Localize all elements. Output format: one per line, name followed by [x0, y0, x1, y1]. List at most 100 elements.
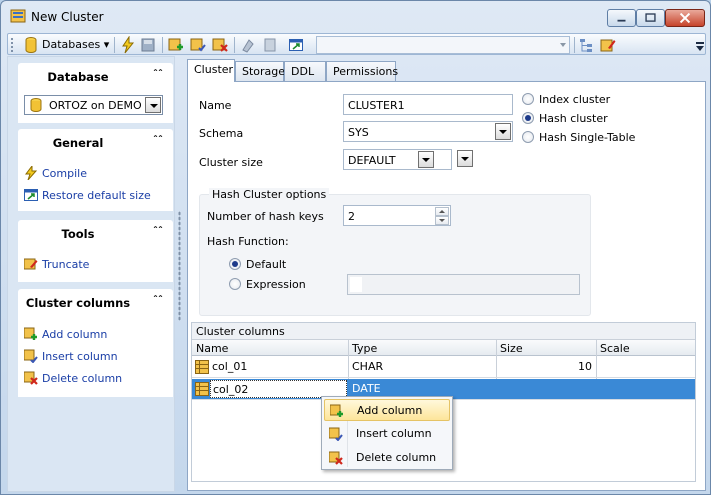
grid-header: Name Type Size Scale — [192, 340, 695, 356]
tree-view-icon[interactable] — [578, 36, 594, 54]
edit-properties-icon[interactable] — [600, 36, 616, 54]
menu-item-add-column[interactable]: Add column — [324, 399, 450, 421]
row-name-cell[interactable]: col_01 — [212, 360, 247, 373]
truncate-label: Truncate — [42, 258, 90, 271]
collapse-icon[interactable]: ˆˆ — [153, 69, 163, 80]
cluster-size-unit-dropdown-button[interactable] — [457, 150, 473, 167]
row-type-cell[interactable]: DATE — [352, 382, 381, 395]
toolbar-separator — [574, 37, 575, 53]
truncate-icon[interactable] — [240, 36, 256, 54]
minimize-button[interactable] — [607, 9, 636, 27]
add-column-icon[interactable] — [168, 36, 184, 54]
menu-item-delete-column[interactable]: Delete column — [324, 447, 450, 469]
compile-icon[interactable] — [120, 36, 136, 54]
radio-hash-default[interactable]: Default — [229, 258, 286, 271]
hash-cluster-label: Hash cluster — [539, 112, 608, 125]
hash-keys-value: 2 — [348, 210, 355, 223]
radio-hash-cluster-dot — [522, 112, 534, 124]
hash-expression-label: Expression — [246, 278, 306, 291]
tab-permissions[interactable]: Permissions — [326, 61, 398, 81]
general-section-title: General — [52, 136, 104, 150]
toolbar-separator — [114, 37, 115, 53]
collapse-icon[interactable]: ˆˆ — [153, 226, 163, 237]
title-bar[interactable]: New Cluster — [1, 1, 710, 31]
toolbar-combo[interactable] — [316, 36, 570, 54]
column-header-name[interactable]: Name — [196, 342, 228, 355]
cluster-columns-section-header[interactable]: Cluster columns ˆˆ — [18, 289, 173, 315]
add-column-link[interactable]: Add column — [24, 327, 107, 341]
spin-up-icon[interactable] — [435, 207, 449, 216]
maximize-icon — [645, 13, 656, 22]
tab-cluster-label: Cluster — [194, 63, 234, 76]
radio-index-cluster-dot — [522, 93, 534, 105]
cluster-size-select[interactable]: DEFAULT — [343, 149, 452, 170]
menu-item-add-column-label: Add column — [357, 404, 423, 417]
collapse-icon[interactable]: ˆˆ — [153, 135, 163, 146]
cluster-size-unit-select[interactable] — [456, 150, 473, 169]
menu-item-insert-column-label: Insert column — [356, 427, 432, 440]
general-section-body: Compile Restore default size — [18, 155, 173, 211]
insert-column-link[interactable]: Insert column — [24, 349, 118, 363]
delete-column-label: Delete column — [42, 372, 123, 385]
database-section-header[interactable]: Database ˆˆ — [18, 63, 173, 89]
toolbar-overflow-icon[interactable] — [696, 42, 704, 52]
compile-link[interactable]: Compile — [24, 166, 87, 180]
hash-function-label: Hash Function: — [207, 235, 289, 248]
database-icon[interactable] — [24, 36, 38, 54]
schema-dropdown-button[interactable] — [495, 123, 511, 140]
tab-cluster[interactable]: Cluster — [187, 59, 235, 82]
collapse-icon[interactable]: ˆˆ — [153, 295, 163, 306]
database-icon — [30, 98, 42, 112]
properties-icon[interactable] — [262, 36, 278, 54]
radio-hash-expression[interactable]: Expression — [229, 278, 306, 291]
radio-hash-default-dot — [229, 258, 241, 270]
tools-section-body: Truncate — [18, 246, 173, 282]
cluster-app-icon — [10, 9, 26, 23]
spin-down-icon[interactable] — [435, 216, 449, 225]
add-column-icon — [24, 327, 37, 340]
restore-size-icon[interactable] — [288, 36, 304, 54]
delete-column-link[interactable]: Delete column — [24, 371, 122, 385]
close-button[interactable] — [665, 9, 705, 27]
column-header-scale[interactable]: Scale — [600, 342, 630, 355]
insert-column-icon — [24, 349, 38, 363]
hash-keys-label: Number of hash keys — [207, 210, 324, 223]
name-value: CLUSTER1 — [348, 99, 405, 112]
cluster-size-dropdown-button[interactable] — [418, 151, 434, 168]
column-header-type[interactable]: Type — [352, 342, 377, 355]
tab-ddl[interactable]: DDL — [284, 61, 326, 81]
save-icon[interactable] — [140, 36, 156, 54]
database-select[interactable]: ORTOZ on DEMO — [24, 95, 163, 115]
menu-item-insert-column[interactable]: Insert column — [324, 423, 450, 445]
column-row-icon — [195, 360, 209, 374]
insert-column-label: Insert column — [42, 350, 118, 363]
maximize-button[interactable] — [636, 9, 665, 27]
row-size-cell[interactable]: 10 — [500, 360, 592, 373]
name-input[interactable]: CLUSTER1 — [343, 94, 513, 115]
truncate-link[interactable]: Truncate — [24, 257, 89, 271]
radio-hash-cluster[interactable]: Hash cluster — [522, 112, 608, 125]
insert-column-icon[interactable] — [190, 36, 206, 54]
databases-menu-button[interactable]: Databases ▾ — [42, 38, 109, 51]
tools-section-header[interactable]: Tools ˆˆ — [18, 220, 173, 246]
delete-column-icon — [24, 371, 38, 385]
restore-default-size-link[interactable]: Restore default size — [24, 188, 151, 202]
hash-expression-input[interactable] — [347, 274, 580, 295]
add-column-icon — [330, 404, 343, 417]
schema-select[interactable]: SYS — [343, 121, 513, 142]
row-type-cell[interactable]: CHAR — [352, 360, 383, 373]
database-dropdown-button[interactable] — [145, 97, 161, 113]
tab-storage[interactable]: Storage — [235, 61, 285, 81]
panel-splitter[interactable] — [178, 211, 181, 321]
radio-index-cluster[interactable]: Index cluster — [522, 93, 610, 106]
column-header-size[interactable]: Size — [500, 342, 523, 355]
toolbar-separator — [162, 37, 163, 53]
general-section-header[interactable]: General ˆˆ — [18, 129, 173, 155]
radio-hash-single-table[interactable]: Hash Single-Table — [522, 131, 635, 144]
hash-keys-input[interactable]: 2 — [343, 205, 451, 226]
grid-context-menu: Add column Insert column Delete column — [321, 396, 453, 470]
table-row[interactable]: col_01 CHAR 10 — [192, 357, 695, 378]
delete-column-icon[interactable] — [212, 36, 228, 54]
hash-default-label: Default — [246, 258, 287, 271]
radio-hash-expression-dot — [229, 278, 241, 290]
